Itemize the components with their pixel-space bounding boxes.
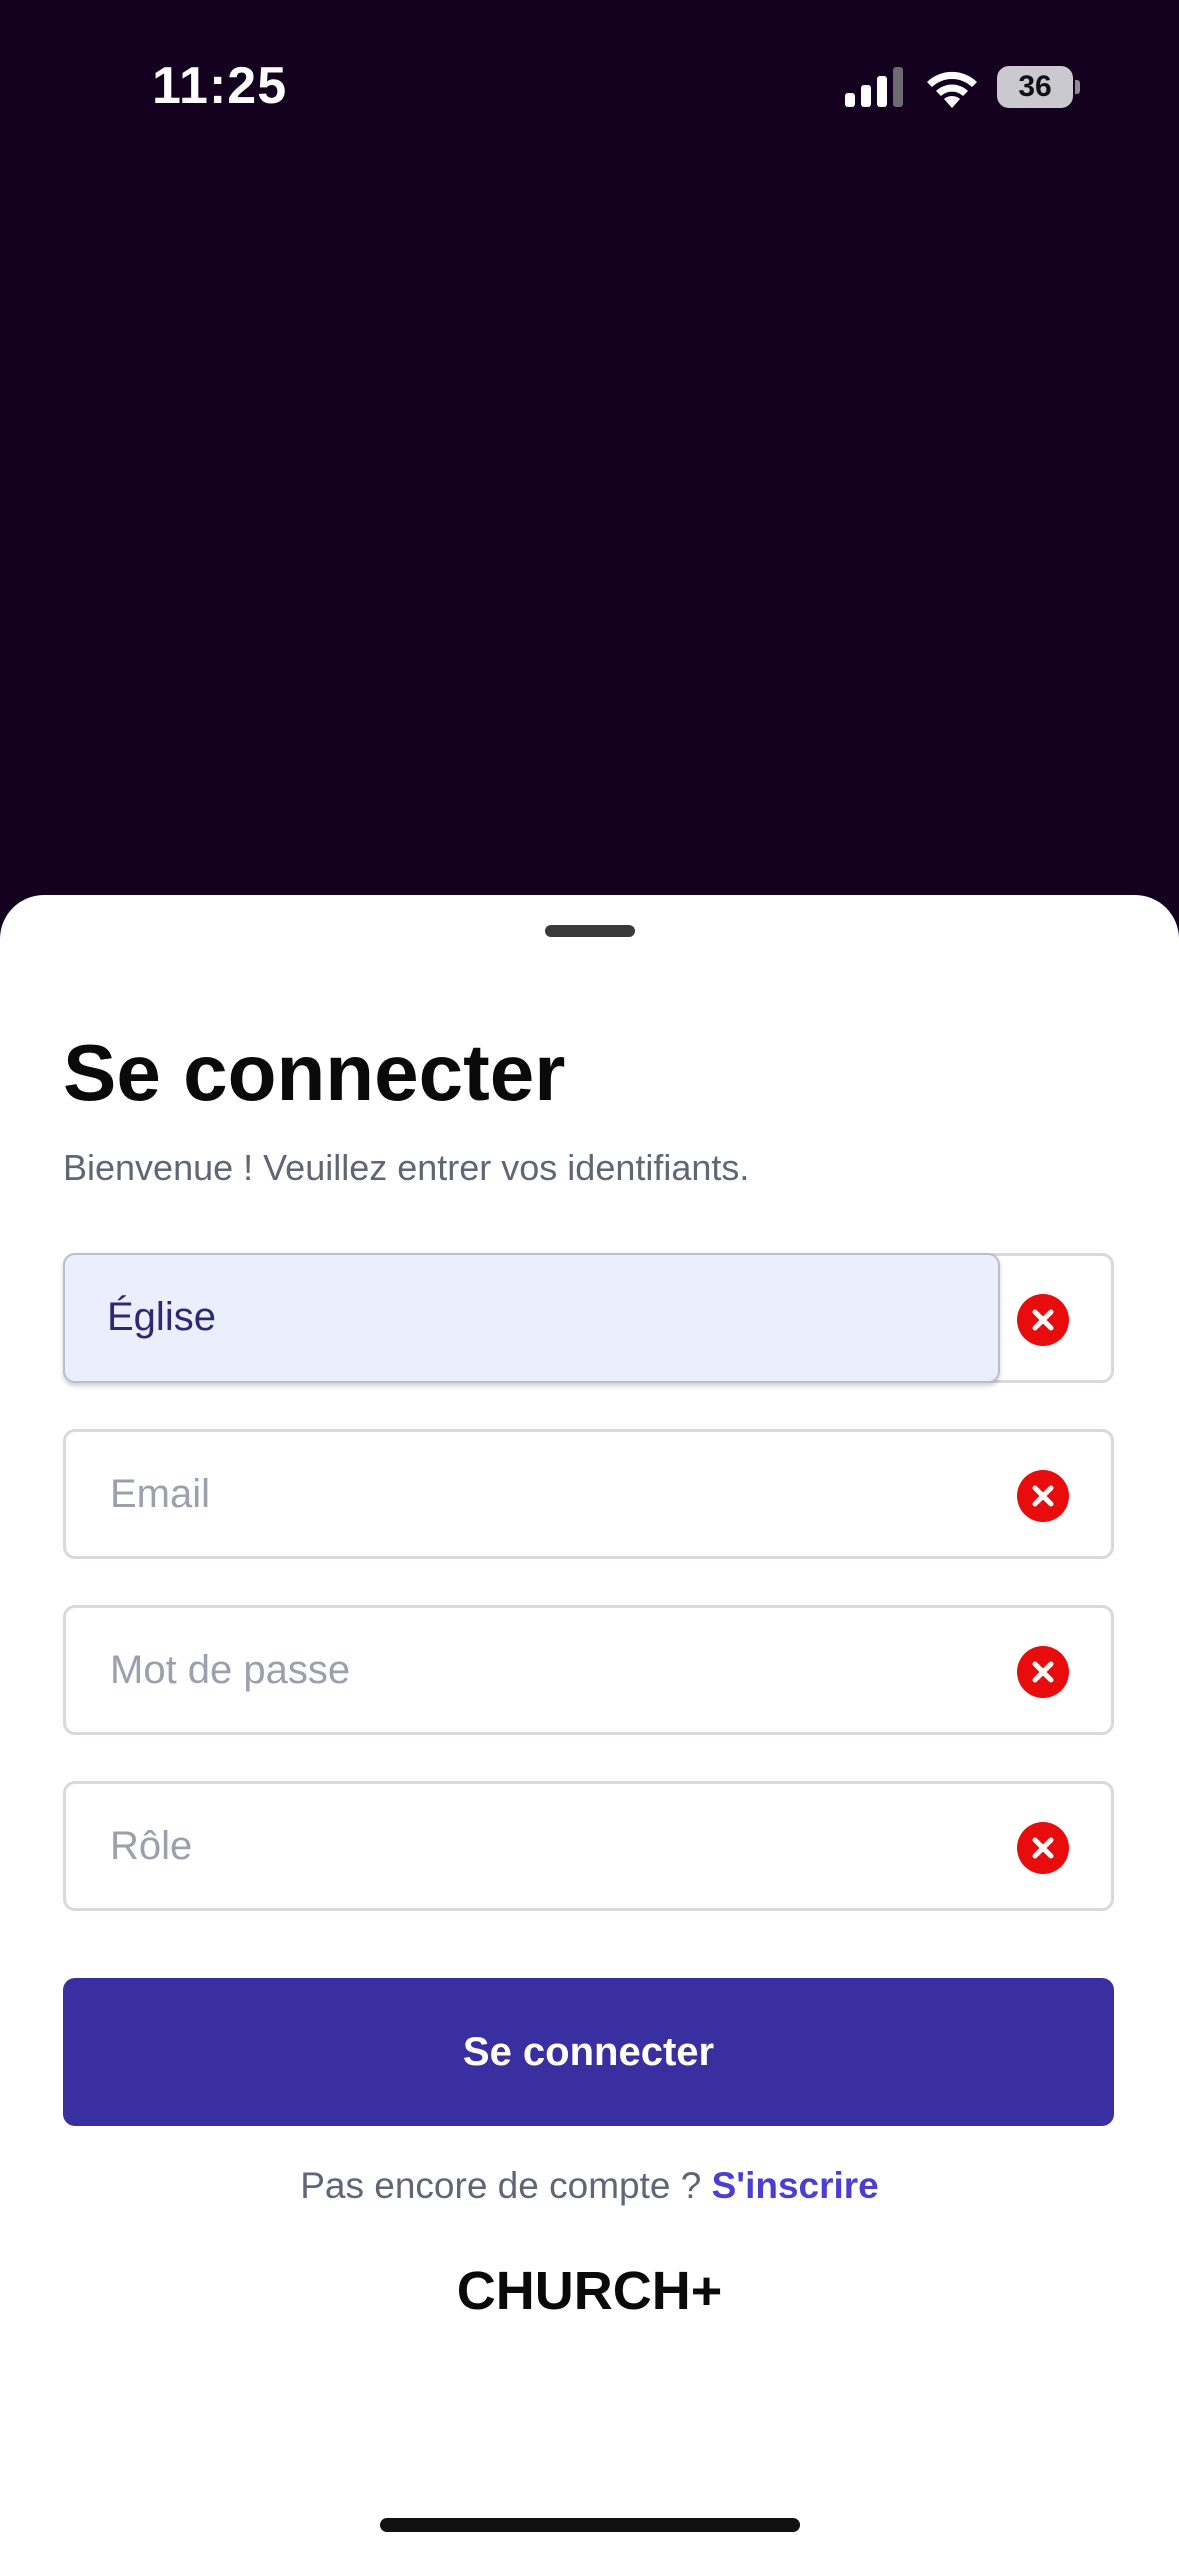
status-bar: 11:25 36 bbox=[0, 0, 1179, 180]
sheet-drag-handle[interactable] bbox=[545, 925, 635, 937]
password-input[interactable] bbox=[110, 1608, 970, 1732]
email-input[interactable] bbox=[110, 1432, 970, 1556]
signup-link[interactable]: S'inscrire bbox=[712, 2165, 879, 2206]
brand-logo-text: CHURCH+ bbox=[456, 2261, 723, 2321]
clear-x-circle-icon[interactable] bbox=[1017, 1822, 1069, 1874]
clear-x-circle-icon[interactable] bbox=[1017, 1294, 1069, 1346]
wifi-icon bbox=[927, 71, 977, 108]
role-field bbox=[63, 1781, 1114, 1911]
signup-prompt: Pas encore de compte ? bbox=[300, 2165, 702, 2206]
status-time: 11:25 bbox=[152, 57, 288, 115]
signal-icon bbox=[845, 67, 903, 107]
email-field bbox=[63, 1429, 1114, 1559]
signup-row: Pas encore de compte ? S'inscrire bbox=[0, 2165, 1179, 2207]
church-field bbox=[63, 1253, 1114, 1383]
password-field bbox=[63, 1605, 1114, 1735]
home-indicator[interactable] bbox=[380, 2518, 800, 2532]
battery-level: 36 bbox=[1018, 70, 1052, 103]
page-subtitle: Bienvenue ! Veuillez entrer vos identifi… bbox=[63, 1147, 750, 1188]
church-input[interactable] bbox=[107, 1255, 967, 1379]
login-button[interactable]: Se connecter bbox=[63, 1978, 1114, 2126]
page-title: Se connecter bbox=[63, 1028, 566, 1117]
role-input[interactable] bbox=[110, 1784, 970, 1908]
login-sheet: Se connecter Bienvenue ! Veuillez entrer… bbox=[0, 895, 1179, 2556]
clear-x-circle-icon[interactable] bbox=[1017, 1646, 1069, 1698]
clear-x-circle-icon[interactable] bbox=[1017, 1470, 1069, 1522]
church-field-active-box[interactable] bbox=[63, 1253, 1000, 1383]
battery-icon: 36 bbox=[997, 66, 1080, 108]
